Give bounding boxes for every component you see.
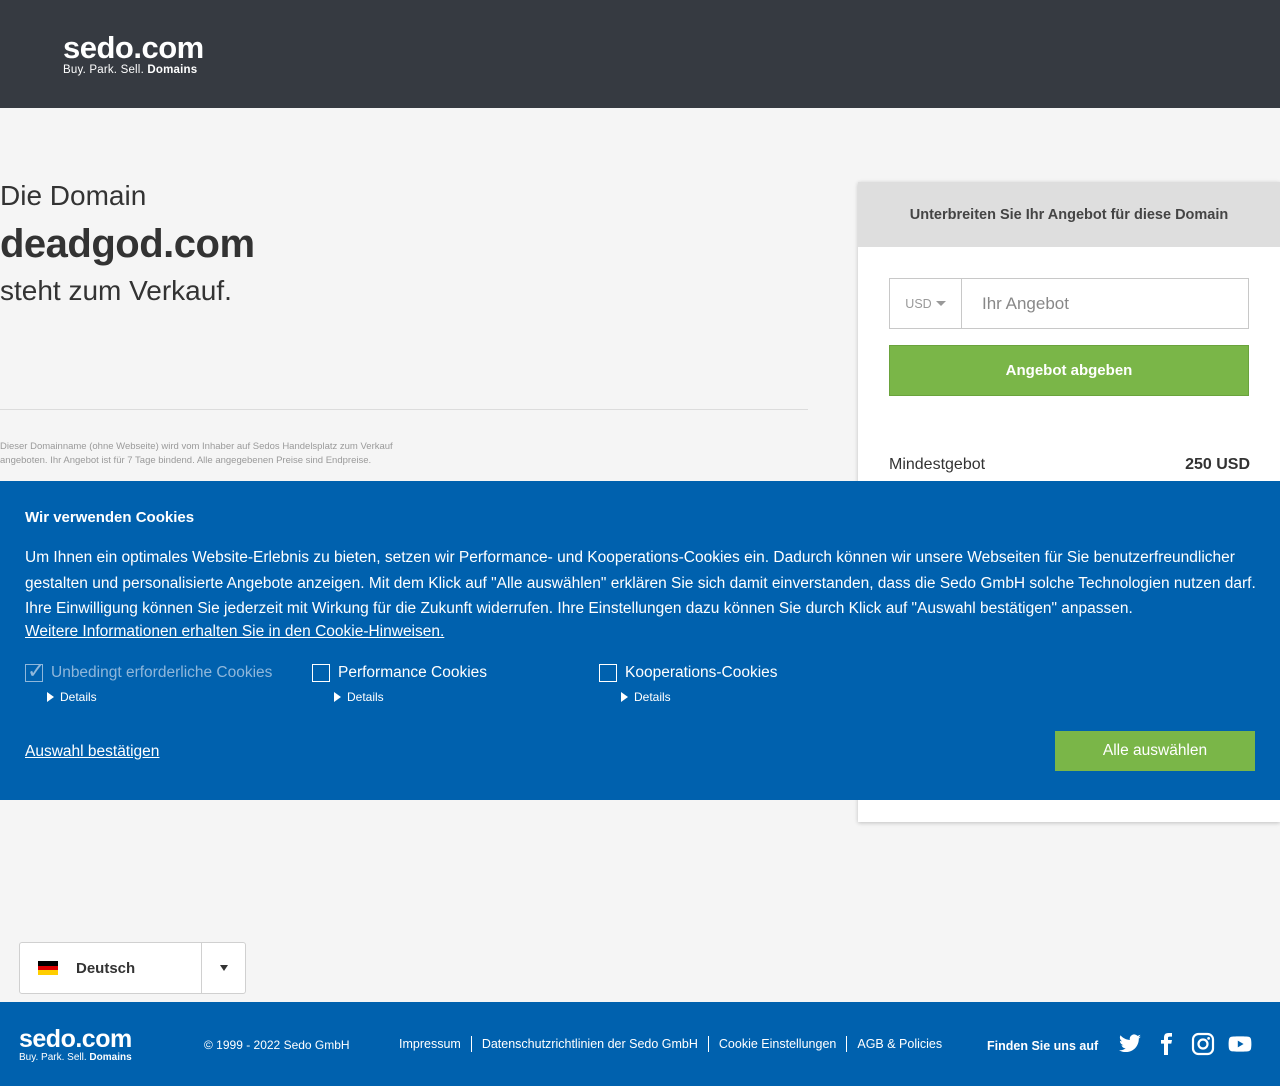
currency-select[interactable]: USD (890, 279, 962, 328)
checkbox-icon[interactable] (312, 664, 330, 682)
minimum-bid-value: 250 USD (1185, 456, 1250, 473)
footer-link-impressum[interactable]: Impressum (389, 1036, 471, 1052)
footer-logo[interactable]: sedo.com Buy. Park. Sell. Domains (19, 1025, 132, 1064)
cookie-option-performance: Performance Cookies Details (312, 664, 487, 704)
find-us-label: Finden Sie uns auf (987, 1039, 1099, 1053)
domain-name: deadgod.com (0, 222, 255, 266)
checkbox-checked-icon[interactable] (25, 658, 45, 684)
minimum-bid-label: Mindestgebot (889, 456, 986, 473)
copyright: © 1999 - 2022 Sedo GmbH (204, 1038, 350, 1052)
disclaimer-text: Dieser Domainname (ohne Webseite) wird v… (0, 441, 393, 466)
cookie-option-cooperation: Kooperations-Cookies Details (599, 664, 778, 704)
details-toggle[interactable]: Details (334, 690, 487, 704)
site-footer: sedo.com Buy. Park. Sell. Domains © 1999… (0, 1002, 1280, 1086)
footer-links: Impressum Datenschutzrichtlinien der Sed… (389, 1036, 952, 1052)
triangle-right-icon (621, 692, 628, 702)
divider (0, 409, 808, 410)
logo-wordmark: sedo.com (63, 30, 204, 65)
youtube-icon[interactable] (1227, 1032, 1253, 1056)
hero-for-sale: steht zum Verkauf. (0, 275, 232, 306)
details-toggle[interactable]: Details (621, 690, 778, 704)
minimum-bid-row: Mindestgebot 250 USD (889, 456, 1250, 474)
cookie-info-link[interactable]: Weitere Informationen erhalten Sie in de… (25, 623, 444, 641)
logo-wordmark: sedo.com (19, 1025, 132, 1053)
submit-offer-button[interactable]: Angebot abgeben (889, 345, 1249, 396)
select-all-button[interactable]: Alle auswählen (1055, 731, 1255, 771)
cookie-banner-text: Um Ihnen ein optimales Website-Erlebnis … (25, 549, 1256, 617)
site-header: sedo.com Buy. Park. Sell. Domains (0, 0, 1280, 108)
cookie-option-required: Unbedingt erforderliche Cookies Details (25, 658, 273, 704)
chevron-down-icon (935, 301, 946, 306)
currency-label: USD (905, 296, 932, 311)
checkbox-icon[interactable] (599, 664, 617, 682)
hero-intro: Die Domain (0, 180, 147, 211)
cookie-banner-title: Wir verwenden Cookies (25, 509, 195, 526)
offer-card-title: Unterbreiten Sie Ihr Angebot für diese D… (858, 182, 1280, 247)
language-label: Deutsch (76, 959, 136, 977)
german-flag-icon (38, 961, 58, 976)
caret-down-icon (219, 965, 228, 971)
footer-link-cookie-settings[interactable]: Cookie Einstellungen (707, 1036, 846, 1052)
sedo-logo[interactable]: sedo.com Buy. Park. Sell. Domains (63, 32, 204, 76)
details-toggle[interactable]: Details (47, 690, 272, 704)
cookie-banner: Wir verwenden Cookies Um Ihnen ein optim… (0, 481, 1280, 800)
details-label: Details (60, 690, 97, 704)
logo-tagline: Buy. Park. Sell. Domains (63, 64, 198, 76)
domain-hero: Die Domain deadgod.com steht zum Verkauf… (0, 180, 810, 307)
confirm-selection-link[interactable]: Auswahl bestätigen (25, 743, 159, 761)
cookie-option-label: Kooperations-Cookies (625, 664, 778, 681)
triangle-right-icon (334, 692, 341, 702)
facebook-icon[interactable] (1153, 1032, 1179, 1056)
triangle-right-icon (47, 692, 54, 702)
details-label: Details (634, 690, 671, 704)
logo-tagline: Buy. Park. Sell. Domains (19, 1052, 132, 1063)
footer-link-agb[interactable]: AGB & Policies (846, 1036, 952, 1052)
twitter-icon[interactable] (1117, 1032, 1143, 1056)
language-dropdown-toggle[interactable] (201, 943, 245, 993)
cookie-option-label: Performance Cookies (338, 664, 488, 681)
cookie-option-label: Unbedingt erforderliche Cookies (51, 664, 273, 681)
offer-amount-input[interactable] (962, 279, 1248, 328)
offer-input-group: USD (889, 278, 1249, 329)
instagram-icon[interactable] (1190, 1032, 1216, 1056)
language-selector[interactable]: Deutsch (19, 942, 246, 994)
footer-link-privacy[interactable]: Datenschutzrichtlinien der Sedo GmbH (470, 1036, 708, 1052)
details-label: Details (347, 690, 384, 704)
